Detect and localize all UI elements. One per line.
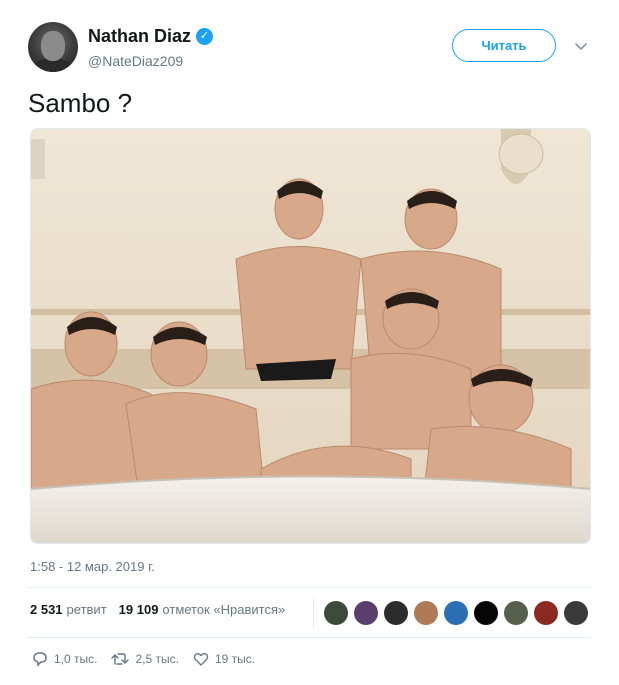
liker-avatar[interactable]	[324, 601, 348, 625]
avatar-face	[41, 31, 65, 61]
liker-avatar[interactable]	[474, 601, 498, 625]
retweet-action[interactable]: 2,5 тыс.	[111, 651, 179, 667]
divider-top	[28, 587, 591, 588]
chevron-down-icon[interactable]	[573, 38, 589, 54]
liker-avatar[interactable]	[534, 601, 558, 625]
likers-avatars[interactable]	[313, 597, 594, 629]
user-avatar[interactable]	[28, 22, 78, 72]
likes-label[interactable]: отметок «Нравится»	[162, 602, 285, 617]
tweet-text: Sambo ?	[28, 88, 133, 118]
heart-icon	[193, 653, 209, 666]
tweet-header: Nathan Diaz ✓ @NateDiaz209 Читать	[28, 18, 591, 78]
likes-count[interactable]: 19 109	[119, 602, 159, 617]
liker-avatar[interactable]	[354, 601, 378, 625]
follow-button[interactable]: Читать	[452, 29, 556, 62]
tweet-timestamp[interactable]: 1:58 - 12 мар. 2019 г.	[30, 559, 155, 574]
tweet-photo[interactable]	[30, 128, 591, 544]
retweets-label[interactable]: ретвит	[67, 602, 107, 617]
retweet-icon	[111, 653, 130, 665]
verified-icon: ✓	[196, 28, 214, 45]
retweets-count[interactable]: 2 531	[30, 602, 63, 617]
photo-illustration	[31, 129, 590, 543]
retweet-count: 2,5 тыс.	[135, 652, 179, 666]
user-handle[interactable]: @NateDiaz209	[88, 53, 183, 69]
reply-icon	[33, 652, 47, 667]
like-count: 19 тыс.	[214, 652, 256, 666]
reply-count: 1,0 тыс.	[54, 652, 98, 666]
tweet-stats: 2 531 ретвит 19 109 отметок «Нравится»	[30, 602, 285, 617]
liker-avatar[interactable]	[564, 601, 588, 625]
divider-bottom	[28, 637, 591, 638]
like-action[interactable]: 19 тыс.	[193, 651, 255, 667]
tweet-actions: 1,0 тыс. 2,5 тыс. 19 тыс.	[32, 651, 269, 667]
liker-avatar[interactable]	[384, 601, 408, 625]
liker-avatar[interactable]	[414, 601, 438, 625]
liker-avatar[interactable]	[444, 601, 468, 625]
liker-avatar[interactable]	[504, 601, 528, 625]
user-name[interactable]: Nathan Diaz	[88, 26, 191, 47]
reply-action[interactable]: 1,0 тыс.	[32, 651, 97, 667]
name-row: Nathan Diaz ✓	[88, 26, 214, 47]
